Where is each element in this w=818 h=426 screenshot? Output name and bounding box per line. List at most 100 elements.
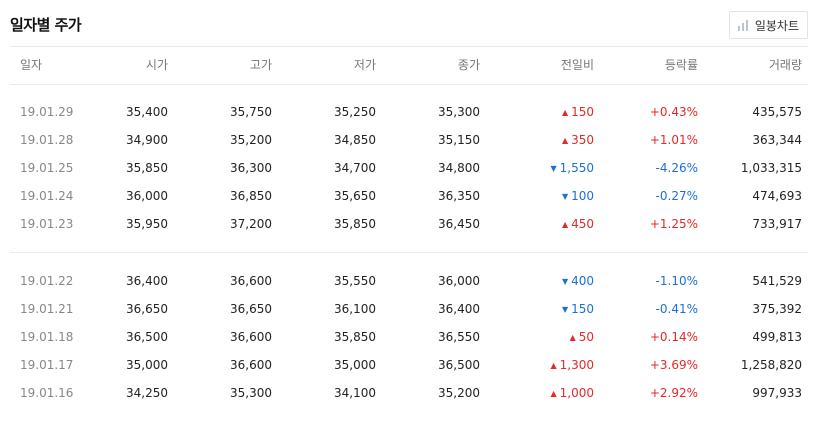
volume-cell: 733,917 xyxy=(752,217,802,231)
table-row: 19.01.23 35,950 37,200 35,850 36,450 ▲ 450 +1.2… xyxy=(10,210,808,238)
close-cell: 35,150 xyxy=(438,133,480,147)
date-cell: 19.01.22 xyxy=(20,274,74,288)
rate-cell: +1.25% xyxy=(649,217,698,231)
bar-chart-icon xyxy=(737,19,749,31)
high-cell: 36,850 xyxy=(230,189,272,203)
change-value: 450 xyxy=(571,217,594,231)
high-cell: 37,200 xyxy=(230,217,272,231)
rate-cell: -0.41% xyxy=(655,302,698,316)
rate-cell: +0.43% xyxy=(649,105,698,119)
panel-title: 일자별 주가 xyxy=(10,16,82,34)
table-row: 19.01.17 35,000 36,600 35,000 36,500 ▲ 1,300 +3… xyxy=(10,351,808,379)
low-cell: 34,850 xyxy=(334,133,376,147)
open-cell: 35,000 xyxy=(126,358,168,372)
low-cell: 34,100 xyxy=(334,386,376,400)
change-value: 100 xyxy=(571,189,594,203)
volume-cell: 435,575 xyxy=(752,105,802,119)
change-cell: ▼ 100 xyxy=(562,182,594,211)
close-cell: 36,000 xyxy=(438,274,480,288)
open-cell: 36,000 xyxy=(126,189,168,203)
table-row: 19.01.22 36,400 36,600 35,550 36,000 ▼ 400 -1.1… xyxy=(10,267,808,295)
change-cell: ▲ 350 xyxy=(562,126,594,155)
date-cell: 19.01.24 xyxy=(20,189,74,203)
open-cell: 36,650 xyxy=(126,302,168,316)
header-rate: 등락률 xyxy=(664,58,698,72)
low-cell: 35,250 xyxy=(334,105,376,119)
close-cell: 36,350 xyxy=(438,189,480,203)
table-row: 19.01.21 36,650 36,650 36,100 36,400 ▼ 150 -0.4… xyxy=(10,295,808,323)
low-cell: 34,700 xyxy=(334,161,376,175)
low-cell: 35,000 xyxy=(334,358,376,372)
up-triangle-icon: ▲ xyxy=(569,333,576,342)
rate-cell: -0.27% xyxy=(655,189,698,203)
up-triangle-icon: ▲ xyxy=(561,220,569,229)
change-value: 1,000 xyxy=(559,386,594,400)
up-triangle-icon: ▲ xyxy=(561,136,569,145)
change-cell: ▼ 1,550 xyxy=(550,154,594,183)
rate-cell: +1.01% xyxy=(649,133,698,147)
header-open: 시가 xyxy=(145,58,168,72)
up-triangle-icon: ▲ xyxy=(550,389,557,398)
high-cell: 36,300 xyxy=(230,161,272,175)
close-cell: 35,300 xyxy=(438,105,480,119)
rate-cell: -4.26% xyxy=(655,161,698,175)
date-cell: 19.01.29 xyxy=(20,105,74,119)
close-cell: 36,450 xyxy=(438,217,480,231)
table-header: 일자 시가 고가 저가 종가 전일비 등락률 거래량 xyxy=(10,46,808,85)
high-cell: 36,600 xyxy=(230,330,272,344)
date-cell: 19.01.17 xyxy=(20,358,74,372)
change-value: 1,300 xyxy=(559,358,594,372)
daily-chart-label: 일봉차트 xyxy=(754,18,799,33)
close-cell: 36,400 xyxy=(438,302,480,316)
high-cell: 35,300 xyxy=(230,386,272,400)
daily-price-panel: 일자별 주가 일봉차트 일자 시가 고가 저가 종가 전일비 등락률 거래량 1… xyxy=(0,0,818,426)
date-cell: 19.01.21 xyxy=(20,302,74,316)
header-date: 일자 xyxy=(20,58,43,72)
low-cell: 36,100 xyxy=(334,302,376,316)
volume-cell: 541,529 xyxy=(752,274,802,288)
header-close: 종가 xyxy=(457,58,480,72)
close-cell: 34,800 xyxy=(438,161,480,175)
change-cell: ▲ 1,000 xyxy=(550,379,594,408)
volume-cell: 997,933 xyxy=(752,386,802,400)
table-row: 19.01.24 36,000 36,850 35,650 36,350 ▼ 100 -0.2… xyxy=(10,182,808,210)
low-cell: 35,650 xyxy=(334,189,376,203)
open-cell: 34,250 xyxy=(126,386,168,400)
volume-cell: 375,392 xyxy=(752,302,802,316)
table-row: 19.01.28 34,900 35,200 34,850 35,150 ▲ 350 +1.0… xyxy=(10,126,808,154)
high-cell: 36,600 xyxy=(230,358,272,372)
volume-cell: 1,033,315 xyxy=(740,161,802,175)
table-row: 19.01.29 35,400 35,750 35,250 35,300 ▲ 150 +0.4… xyxy=(10,98,808,126)
daily-chart-button[interactable]: 일봉차트 xyxy=(728,11,808,39)
change-value: 150 xyxy=(571,302,594,316)
change-cell: ▲ 1,300 xyxy=(550,351,594,380)
change-value: 400 xyxy=(571,274,594,288)
date-cell: 19.01.16 xyxy=(20,386,74,400)
up-triangle-icon: ▲ xyxy=(550,361,557,370)
high-cell: 36,650 xyxy=(230,302,272,316)
date-cell: 19.01.25 xyxy=(20,161,74,175)
down-triangle-icon: ▼ xyxy=(561,192,569,201)
change-value: 50 xyxy=(578,330,594,344)
header-change: 전일비 xyxy=(560,58,594,72)
table-row: 19.01.16 34,250 35,300 34,100 35,200 ▲ 1,000 +2… xyxy=(10,379,808,407)
low-cell: 35,850 xyxy=(334,217,376,231)
open-cell: 35,950 xyxy=(126,217,168,231)
change-cell: ▲ 150 xyxy=(562,98,594,127)
change-cell: ▲ 450 xyxy=(562,210,594,239)
low-cell: 35,550 xyxy=(334,274,376,288)
up-triangle-icon: ▲ xyxy=(561,108,569,117)
volume-cell: 1,258,820 xyxy=(740,358,802,372)
group-divider xyxy=(10,252,808,253)
change-cell: ▼ 400 xyxy=(562,267,594,296)
date-cell: 19.01.28 xyxy=(20,133,74,147)
rate-cell: +3.69% xyxy=(649,358,698,372)
volume-cell: 363,344 xyxy=(752,133,802,147)
change-value: 350 xyxy=(571,133,594,147)
change-value: 1,550 xyxy=(559,161,594,175)
open-cell: 36,400 xyxy=(126,274,168,288)
date-cell: 19.01.23 xyxy=(20,217,74,231)
header-volume: 거래량 xyxy=(768,58,802,72)
rate-cell: -1.10% xyxy=(655,274,698,288)
close-cell: 36,550 xyxy=(438,330,480,344)
